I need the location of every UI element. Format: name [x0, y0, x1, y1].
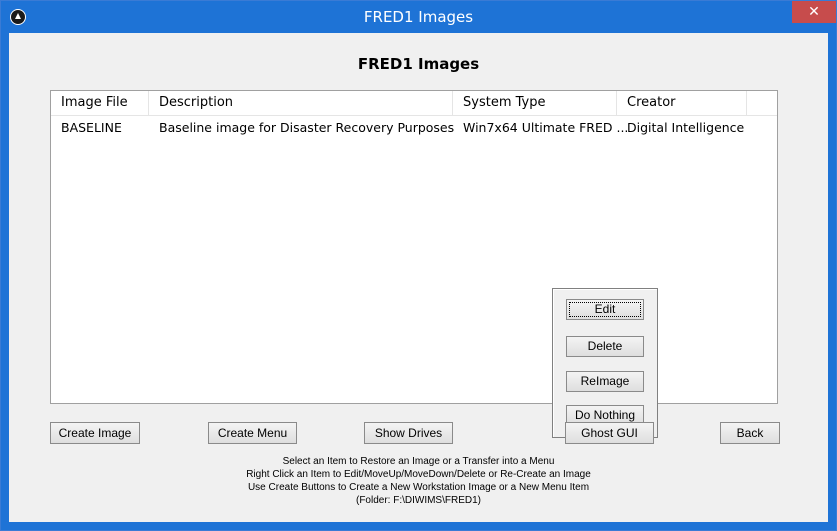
- column-header-image-file[interactable]: Image File: [51, 91, 149, 115]
- client-area: FRED1 Images Image File Description Syst…: [9, 33, 828, 522]
- instructions: Select an Item to Restore an Image or a …: [9, 455, 828, 507]
- back-button[interactable]: Back: [720, 422, 780, 444]
- instruction-line: Right Click an Item to Edit/MoveUp/MoveD…: [246, 469, 591, 480]
- column-header-creator[interactable]: Creator: [617, 91, 747, 115]
- create-image-button[interactable]: Create Image: [50, 422, 140, 444]
- instruction-line: Select an Item to Restore an Image or a …: [282, 456, 555, 467]
- cell-creator: Digital Intelligence: [627, 120, 745, 135]
- column-header-system-type[interactable]: System Type: [453, 91, 617, 115]
- create-menu-button[interactable]: Create Menu: [208, 422, 297, 444]
- context-menu: Edit Delete ReImage Do Nothing: [552, 288, 658, 438]
- edit-button[interactable]: Edit: [566, 299, 644, 320]
- table-row[interactable]: BASELINE Baseline image for Disaster Rec…: [51, 117, 777, 139]
- app-window: FRED1 Images ✕ FRED1 Images Image File D…: [0, 0, 837, 531]
- images-list[interactable]: Image File Description System Type Creat…: [50, 90, 778, 438]
- folder-path: (Folder: F:\DIWIMS\FRED1): [355, 495, 481, 506]
- ghost-gui-button[interactable]: Ghost GUI: [565, 422, 654, 444]
- show-drives-button[interactable]: Show Drives: [364, 422, 453, 444]
- instruction-line: Use Create Buttons to Create a New Works…: [247, 482, 590, 493]
- column-header-description[interactable]: Description: [149, 91, 453, 115]
- delete-button[interactable]: Delete: [566, 336, 644, 357]
- cell-system-type: Win7x64 Ultimate FRED ...: [463, 120, 629, 135]
- cell-description: Baseline image for Disaster Recovery Pur…: [159, 120, 455, 135]
- page-title: FRED1 Images: [357, 55, 480, 73]
- window-title: FRED1 Images: [363, 8, 474, 26]
- title-bar[interactable]: FRED1 Images ✕: [1, 1, 836, 33]
- reimage-button[interactable]: ReImage: [566, 371, 644, 392]
- close-button[interactable]: ✕: [792, 1, 836, 23]
- cell-image-file: BASELINE: [61, 120, 122, 135]
- list-header: Image File Description System Type Creat…: [51, 91, 777, 116]
